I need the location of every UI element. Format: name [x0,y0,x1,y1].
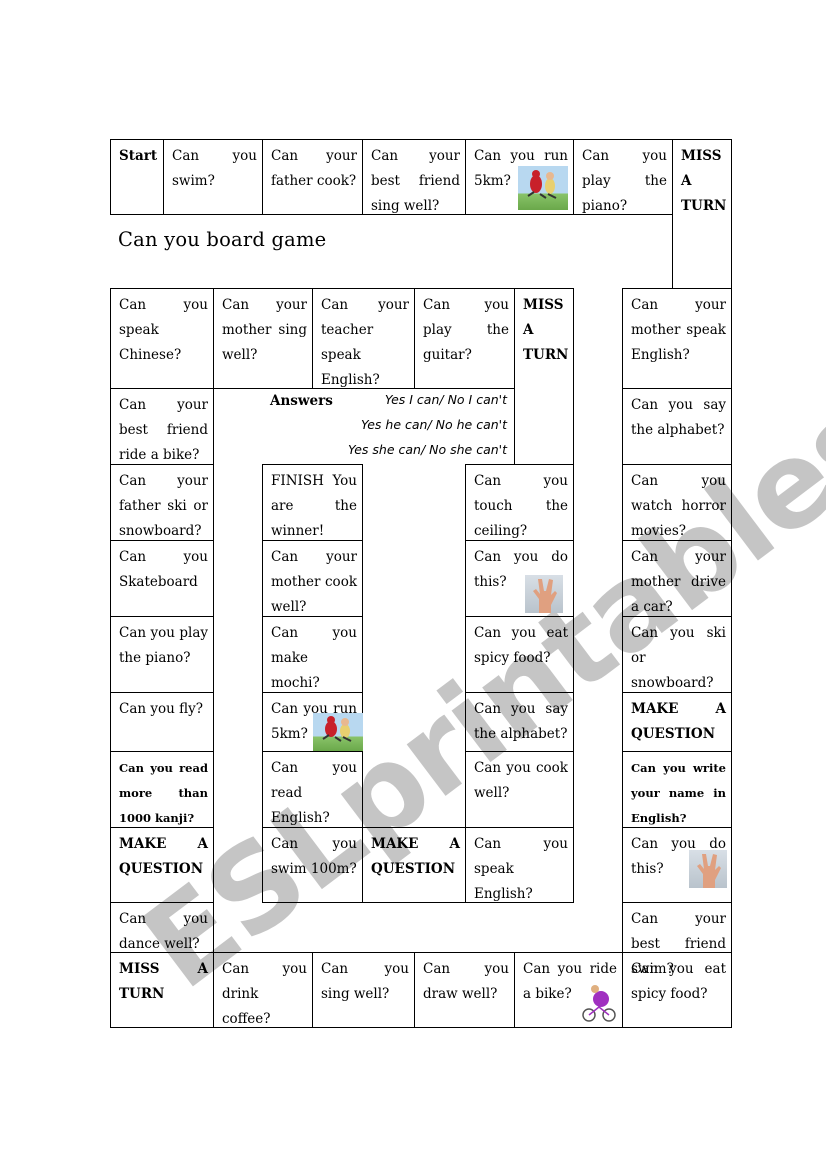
board-cell: Can you drink coffee? [213,952,313,1028]
board-cell-make-question: MAKE A QUESTION [362,827,466,903]
board-cell-start: Start [110,139,164,215]
board-cell: Can you watch horror movies? [622,464,732,541]
answer-line: Yes I can/ No I can't [384,392,507,407]
board-cell: Can you say the alphabet? [465,692,574,752]
board-cell-finish: FINISH You are the winner! [262,464,363,541]
answers-box: Answers Yes I can/ No I can't Yes he can… [213,388,515,464]
board-cell: Can you speak English? [465,827,574,903]
board-cell: Can you make mochi? [262,616,363,693]
vulcan-salute-hand-picture [525,575,563,613]
board-cell: Can you run 5km? [465,139,574,215]
board-cell: Can your mother cook well? [262,540,363,617]
board-cell: Can you play the guitar? [414,288,515,389]
board-cell: Can you do this? [465,540,574,617]
answers-label: Answers [270,393,333,409]
board-cell: Can your father cook? [262,139,363,215]
board-cell: Can your father ski or snowboard? [110,464,214,541]
board-cell: Can you sing well? [312,952,415,1028]
vulcan-salute-hand-picture [689,850,727,888]
board-cell-miss-turn: MISS A TURN [672,139,732,289]
hand-icon [533,579,557,613]
board-cell: Can you do this? [622,827,732,903]
runners-icon [527,170,557,199]
board-cell: Can you say the alphabet? [622,388,732,465]
board-cell-miss-turn: MISS A TURN [514,288,574,465]
hand-icon [697,854,721,888]
board-cell: Can your mother sing well? [213,288,313,389]
board-cell: Can you swim? [163,139,263,215]
board-cell: Can you play the piano? [573,139,673,215]
board-cell: Can you write your name in English? [622,751,732,828]
page-title: Can you board game [118,228,327,251]
board-cell: Can your best friend swim? [622,902,732,977]
board-cell-make-question: MAKE A QUESTION [110,827,214,903]
board-cell: Can you dance well? [110,902,214,953]
board-cell: Can you eat spicy food? [465,616,574,693]
board-cell: Can you speak Chinese? [110,288,214,389]
board-cell: Can you play the piano? [110,616,214,693]
board-cell: Can you touch the ceiling? [465,464,574,541]
board-cell: Can you ski or snowboard? [622,616,732,693]
answer-line: Yes she can/ No she can't [347,442,507,457]
board-cell: Can you Skateboard [110,540,214,617]
runners-picture [518,166,568,210]
board-cell: Can you draw well? [414,952,515,1028]
board-cell: Can you fly? [110,692,214,752]
board-cell: Can your mother drive a car? [622,540,732,617]
board-cell: Can your teacher speak English? [312,288,415,389]
board-cell: Can you read English? [262,751,363,828]
board-cell-make-question: MAKE A QUESTION [622,692,732,752]
board-cell-miss-turn: MISS A TURN [110,952,214,1028]
board-cell: Can you cook well? [465,751,574,828]
board-cell: Can you eat spicy food? [622,952,732,1028]
answer-line: Yes he can/ No he can't [360,417,507,432]
board-cell: Can you ride a bike? [514,952,623,1028]
cyclist-icon [582,985,616,1022]
board-cell: Can your best friend sing well? [362,139,466,215]
board-cell: Can you run 5km? [262,692,363,752]
board-cell: Can you swim 100m? [262,827,363,903]
board-cell: Can your best friend ride a bike? [110,388,214,465]
runners-picture [313,713,363,751]
runners-icon [322,716,352,742]
board-cell: Can your mother speak English? [622,288,732,389]
board-cell: Can you read more than 1000 kanji? [110,751,214,828]
cyclist-picture [581,983,617,1023]
